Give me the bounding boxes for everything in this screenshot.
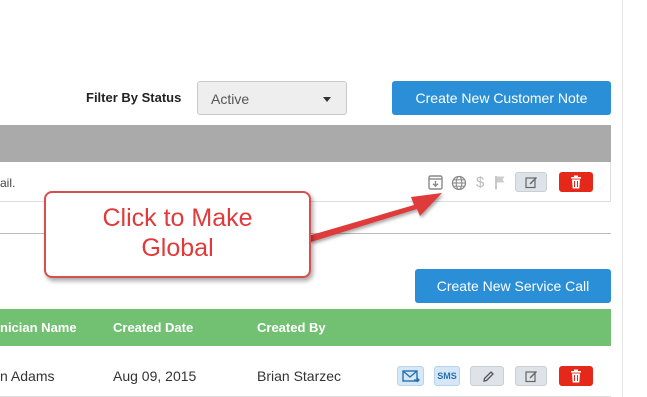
notes-table-header xyxy=(0,125,611,162)
trash-icon xyxy=(571,369,581,383)
callout-line-2: Global xyxy=(141,234,214,262)
callout-arrow xyxy=(308,193,442,242)
trash-icon xyxy=(571,175,581,189)
filter-by-status-label: Filter By Status xyxy=(86,90,182,105)
created-by-cell: Brian Starzec xyxy=(257,368,342,384)
technician-name-cell: n Adams xyxy=(0,368,55,384)
status-select[interactable]: Active xyxy=(197,81,347,115)
email-icon xyxy=(402,370,420,383)
column-technician-name: nician Name xyxy=(0,320,77,335)
status-select-value: Active xyxy=(211,91,250,107)
edit-icon xyxy=(525,371,537,383)
dollar-icon[interactable]: $ xyxy=(476,174,484,191)
created-date-cell: Aug 09, 2015 xyxy=(113,368,197,384)
callout-text: Click to Make Global xyxy=(44,203,311,263)
email-button[interactable] xyxy=(397,366,424,386)
edit-note-button[interactable] xyxy=(515,172,547,192)
edit-icon xyxy=(525,177,537,189)
pencil-button[interactable] xyxy=(470,366,504,386)
create-service-call-button[interactable]: Create New Service Call xyxy=(415,269,611,303)
delete-call-button[interactable] xyxy=(559,366,593,386)
edit-call-button[interactable] xyxy=(515,366,547,386)
caret-down-icon xyxy=(323,97,331,102)
callout-line-1: Click to Make xyxy=(102,204,253,232)
column-created-by: Created By xyxy=(257,320,326,335)
delete-note-button[interactable] xyxy=(559,172,593,192)
scrollbar-gutter[interactable] xyxy=(622,0,647,397)
flag-icon[interactable] xyxy=(494,175,506,190)
sms-label: SMS xyxy=(437,371,457,381)
note-text: ail. xyxy=(0,176,16,190)
pencil-icon xyxy=(483,371,494,382)
sms-button[interactable]: SMS xyxy=(434,366,460,386)
column-created-date: Created Date xyxy=(113,320,194,335)
create-customer-note-button[interactable]: Create New Customer Note xyxy=(392,81,611,115)
